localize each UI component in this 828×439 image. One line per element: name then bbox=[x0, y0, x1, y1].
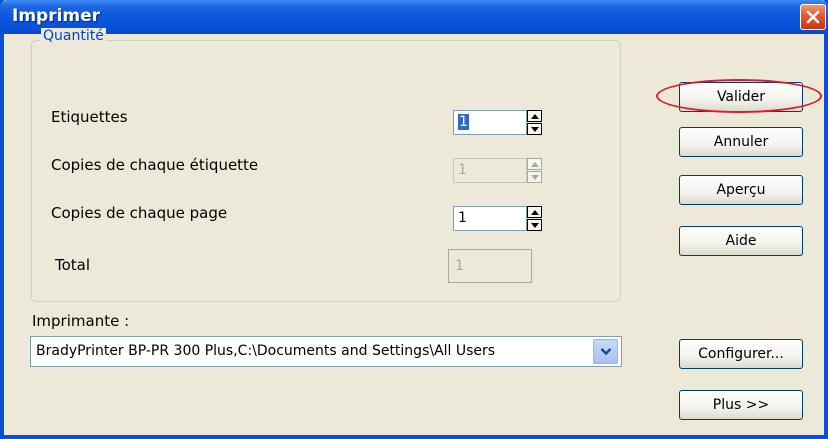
copies-per-page-up-button[interactable] bbox=[527, 206, 542, 218]
printer-select[interactable]: BradyPrinter BP-PR 300 Plus,C:\Documents… bbox=[30, 336, 622, 367]
printer-label: Imprimante : bbox=[32, 312, 130, 330]
annuler-button[interactable]: Annuler bbox=[679, 127, 803, 157]
total-value: 1 bbox=[448, 249, 532, 283]
aide-button[interactable]: Aide bbox=[679, 226, 803, 256]
title-bar[interactable]: Imprimer bbox=[0, 0, 828, 34]
arrow-up-icon bbox=[530, 209, 539, 215]
close-icon bbox=[806, 10, 820, 24]
total-label: Total bbox=[55, 256, 91, 274]
labels-count-stepper bbox=[527, 110, 542, 135]
quantity-group-legend: Quantité bbox=[41, 28, 106, 44]
plus-button[interactable]: Plus >> bbox=[679, 390, 803, 420]
chevron-down-icon bbox=[600, 348, 611, 356]
window-title: Imprimer bbox=[12, 6, 101, 26]
labels-count-up-button[interactable] bbox=[527, 110, 542, 122]
arrow-down-icon bbox=[530, 222, 539, 228]
configurer-button[interactable]: Configurer... bbox=[679, 339, 803, 369]
arrow-down-icon bbox=[530, 174, 539, 180]
copies-per-label-label: Copies de chaque étiquette bbox=[51, 156, 259, 174]
copies-per-page-input[interactable]: 1 bbox=[453, 206, 527, 231]
labels-count-input[interactable]: 1 bbox=[453, 110, 527, 135]
labels-count-label: Etiquettes bbox=[51, 108, 128, 126]
apercu-button[interactable]: Aperçu bbox=[679, 175, 803, 205]
copies-per-label-down-button bbox=[527, 171, 542, 183]
valider-highlight-annotation bbox=[656, 79, 822, 113]
arrow-down-icon bbox=[530, 126, 539, 132]
copies-per-label-stepper bbox=[527, 158, 542, 183]
arrow-up-icon bbox=[530, 113, 539, 119]
copies-per-label-input: 1 bbox=[453, 158, 527, 183]
labels-count-down-button[interactable] bbox=[527, 123, 542, 135]
copies-per-page-down-button[interactable] bbox=[527, 219, 542, 231]
labels-count-value: 1 bbox=[458, 114, 469, 130]
close-button[interactable] bbox=[800, 4, 826, 30]
arrow-up-icon bbox=[530, 161, 539, 167]
copies-per-page-label: Copies de chaque page bbox=[51, 204, 228, 222]
printer-dropdown-button[interactable] bbox=[593, 339, 618, 364]
copies-per-label-up-button bbox=[527, 158, 542, 170]
copies-per-page-stepper bbox=[527, 206, 542, 231]
